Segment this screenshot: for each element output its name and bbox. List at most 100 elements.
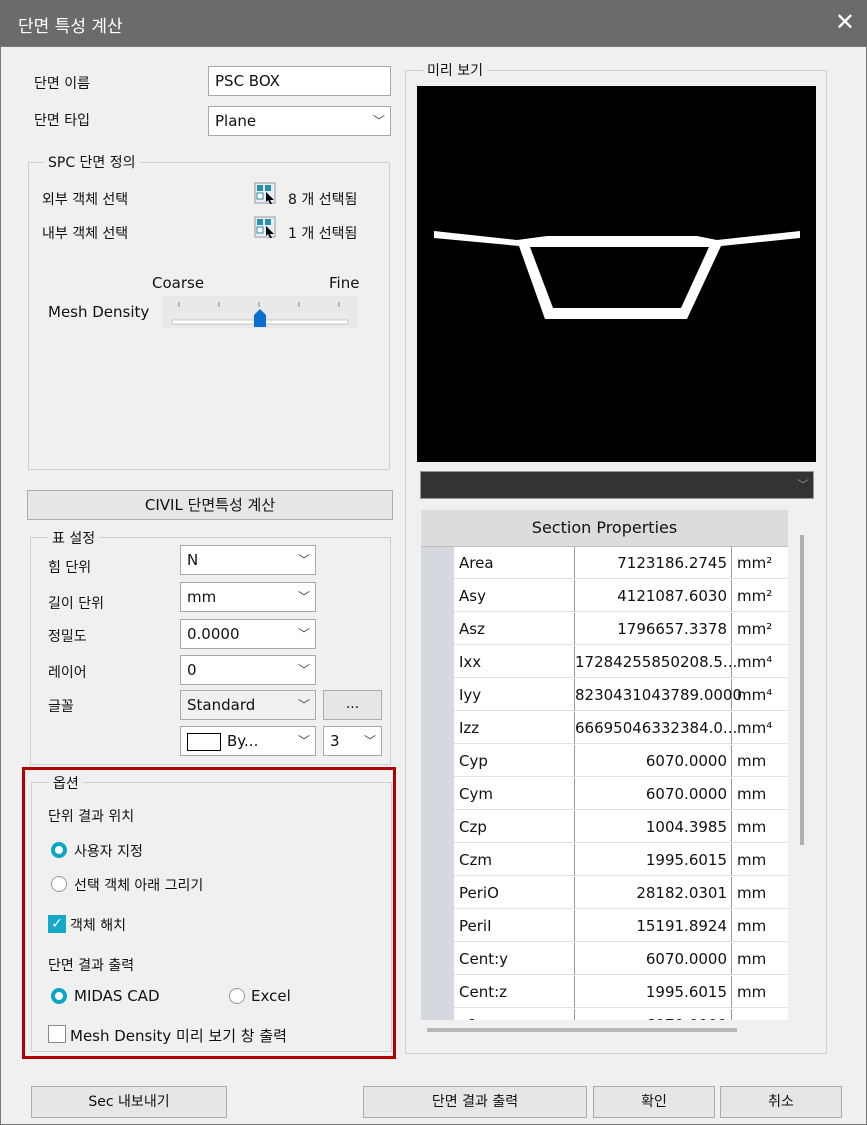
property-value: 7123186.2745 bbox=[575, 547, 732, 579]
property-name: Area bbox=[454, 547, 575, 579]
row-header[interactable] bbox=[421, 943, 454, 976]
layer-label: 레이어 bbox=[48, 665, 87, 681]
row-header[interactable] bbox=[421, 646, 454, 679]
table-row[interactable]: Cym 6070.0000 mm bbox=[421, 778, 788, 811]
table-row[interactable]: Cent:z 1995.6015 mm bbox=[421, 976, 788, 1009]
section-name-label: 단면 이름 bbox=[34, 76, 90, 92]
property-unit: mm⁴ bbox=[732, 712, 788, 744]
table-row[interactable]: PeriI 15191.8924 mm bbox=[421, 910, 788, 943]
table-row[interactable]: y16070.0000mm bbox=[421, 1009, 788, 1020]
select-objects-icon[interactable] bbox=[254, 182, 276, 204]
chevron-down-icon: ﹀ bbox=[297, 590, 310, 604]
slider-thumb[interactable] bbox=[253, 309, 267, 327]
table-row[interactable]: Izz 66695046332384.0... mm⁴ bbox=[421, 712, 788, 745]
font-browse-button[interactable]: ... bbox=[323, 690, 382, 720]
chevron-down-icon: ﹀ bbox=[363, 734, 376, 748]
table-scrollbar[interactable] bbox=[795, 510, 813, 1020]
property-value: 6070.0000 bbox=[575, 1009, 732, 1020]
table-row[interactable]: Iyy 8230431043789.0000 mm⁴ bbox=[421, 679, 788, 712]
preview-canvas bbox=[417, 86, 816, 462]
property-value: 8230431043789.0000 bbox=[575, 679, 742, 711]
preview-mode-select[interactable]: ﹀ bbox=[420, 471, 814, 499]
property-name: Izz bbox=[454, 712, 575, 744]
table-row[interactable]: Asy 4121087.6030 mm² bbox=[421, 580, 788, 613]
table-row[interactable]: Czp 1004.3985 mm bbox=[421, 811, 788, 844]
property-value: 6070.0000 bbox=[575, 943, 732, 975]
table-row[interactable]: Cent:y 6070.0000 mm bbox=[421, 943, 788, 976]
property-unit: mm⁴ bbox=[732, 679, 788, 711]
row-header[interactable] bbox=[421, 547, 454, 580]
row-header[interactable] bbox=[421, 613, 454, 646]
table-row[interactable]: Cyp 6070.0000 mm bbox=[421, 745, 788, 778]
row-header[interactable] bbox=[421, 910, 454, 943]
color-select[interactable]: By... ﹀ bbox=[180, 726, 316, 756]
radio-midas-cad[interactable] bbox=[51, 988, 67, 1004]
title-bar: 단면 특성 계산 ✕ bbox=[0, 0, 867, 46]
width-value: 3 bbox=[330, 732, 340, 750]
table-row[interactable]: Czm 1995.6015 mm bbox=[421, 844, 788, 877]
hatch-label: 객체 해치 bbox=[70, 918, 126, 934]
table-row[interactable]: Asz 1796657.3378 mm² bbox=[421, 613, 788, 646]
sec-export-button[interactable]: Sec 내보내기 bbox=[31, 1086, 227, 1118]
mesh-density-slider[interactable] bbox=[162, 296, 358, 328]
property-value: 28182.0301 bbox=[575, 877, 732, 909]
ok-button[interactable]: 확인 bbox=[593, 1086, 715, 1118]
property-value: 15191.8924 bbox=[575, 910, 732, 942]
row-header[interactable] bbox=[421, 976, 454, 1009]
property-value: 4121087.6030 bbox=[575, 580, 732, 612]
unit-position-label: 단위 결과 위치 bbox=[48, 809, 135, 825]
property-name: Czm bbox=[454, 844, 575, 876]
hatch-checkbox[interactable]: ✓ bbox=[48, 915, 66, 933]
property-name: PeriI bbox=[454, 910, 575, 942]
row-header[interactable] bbox=[421, 580, 454, 613]
section-name-input[interactable]: PSC BOX bbox=[208, 66, 391, 96]
length-unit-label: 길이 단위 bbox=[48, 596, 104, 612]
chevron-down-icon: ﹀ bbox=[297, 627, 310, 641]
close-icon[interactable]: ✕ bbox=[835, 8, 855, 36]
table-row[interactable]: Area 7123186.2745 mm² bbox=[421, 547, 788, 580]
inner-select-label: 내부 객체 선택 bbox=[42, 226, 129, 242]
property-name: Cyp bbox=[454, 745, 575, 777]
civil-calc-button[interactable]: CIVIL 단면특성 계산 bbox=[27, 490, 393, 520]
outer-count: 8 개 선택됨 bbox=[288, 192, 358, 208]
select-objects-icon[interactable] bbox=[254, 216, 276, 238]
property-name: Cym bbox=[454, 778, 575, 810]
scrollbar-thumb[interactable] bbox=[800, 535, 804, 845]
row-header[interactable] bbox=[421, 712, 454, 745]
property-value: 66695046332384.0... bbox=[575, 712, 737, 744]
section-output-button[interactable]: 단면 결과 출력 bbox=[363, 1086, 587, 1118]
row-header[interactable] bbox=[421, 778, 454, 811]
table-row[interactable]: PeriO 28182.0301 mm bbox=[421, 877, 788, 910]
property-unit: mm² bbox=[732, 580, 788, 612]
row-header[interactable] bbox=[421, 679, 454, 712]
options-label: 옵션 bbox=[49, 773, 83, 793]
row-header[interactable] bbox=[421, 877, 454, 910]
properties-header: Section Properties bbox=[421, 510, 788, 547]
layer-select[interactable]: 0 ﹀ bbox=[180, 655, 316, 685]
mesh-preview-label: Mesh Density 미리 보기 창 출력 bbox=[70, 1027, 287, 1045]
section-type-select[interactable]: Plane ﹀ bbox=[208, 106, 391, 136]
row-header[interactable] bbox=[421, 844, 454, 877]
table-hscroll[interactable] bbox=[421, 1020, 791, 1042]
property-unit: mm bbox=[732, 976, 788, 1008]
row-header[interactable] bbox=[421, 811, 454, 844]
hscrollbar-thumb[interactable] bbox=[427, 1028, 737, 1032]
radio-draw-below[interactable] bbox=[51, 876, 67, 892]
cancel-button[interactable]: 취소 bbox=[720, 1086, 842, 1118]
precision-select[interactable]: 0.0000 ﹀ bbox=[180, 619, 316, 649]
font-select[interactable]: Standard ﹀ bbox=[180, 690, 316, 720]
radio-user-defined[interactable] bbox=[51, 842, 67, 858]
length-unit-value: mm bbox=[187, 588, 217, 606]
length-unit-select[interactable]: mm ﹀ bbox=[180, 582, 316, 612]
force-unit-select[interactable]: N ﹀ bbox=[180, 545, 316, 575]
table-row[interactable]: Ixx 17284255850208.5... mm⁴ bbox=[421, 646, 788, 679]
mesh-preview-checkbox[interactable] bbox=[48, 1025, 66, 1043]
property-name: Ixx bbox=[454, 646, 575, 678]
property-value: 17284255850208.5... bbox=[575, 646, 737, 678]
width-select[interactable]: 3 ﹀ bbox=[323, 726, 382, 756]
radio-excel[interactable] bbox=[229, 988, 245, 1004]
row-header[interactable] bbox=[421, 745, 454, 778]
row-header[interactable] bbox=[421, 1009, 454, 1020]
property-unit: mm² bbox=[732, 613, 788, 645]
property-unit: mm bbox=[732, 844, 788, 876]
